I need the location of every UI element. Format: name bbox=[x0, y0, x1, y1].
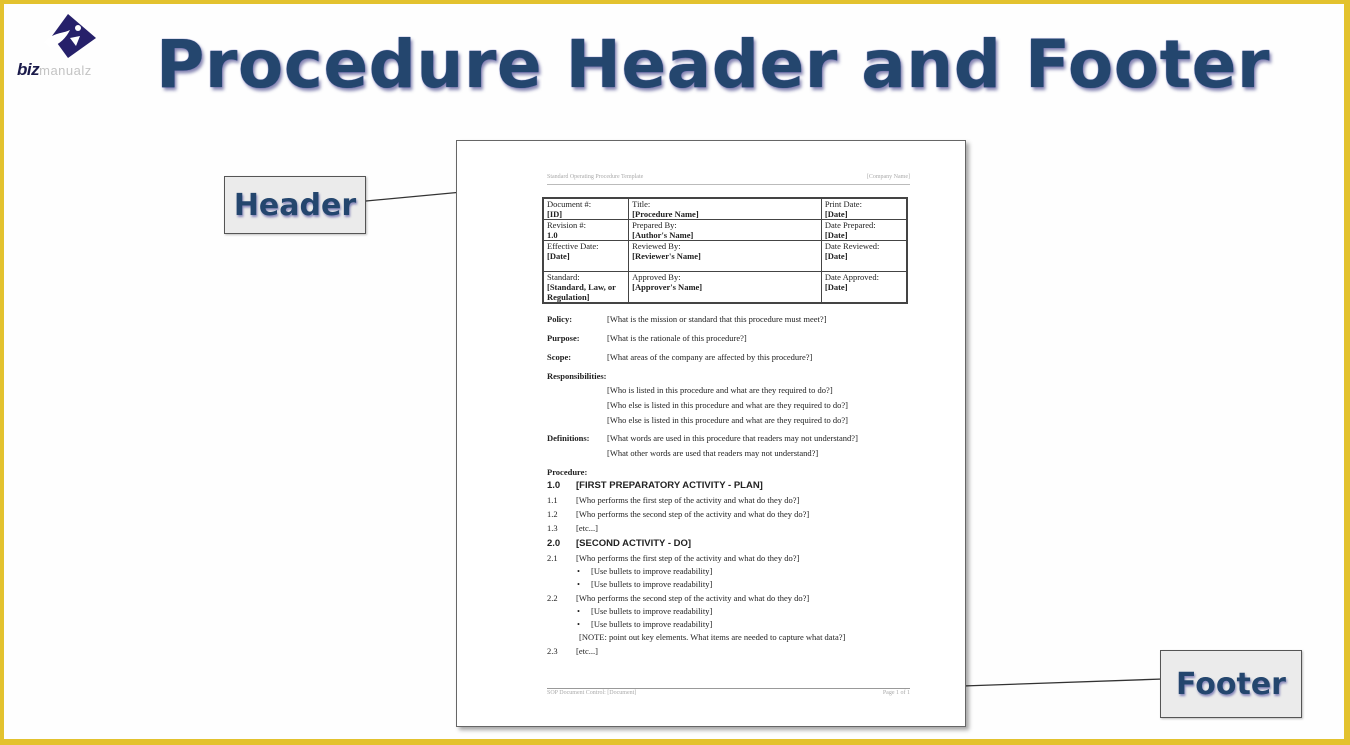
logo: bizmanualz bbox=[12, 10, 122, 80]
procedure-label: Procedure: bbox=[547, 467, 588, 477]
definition-item: [What words are used in this procedure t… bbox=[607, 433, 858, 443]
responsibility-item: [Who else is listed in this procedure an… bbox=[607, 415, 848, 425]
logo-diamond-icon bbox=[44, 14, 96, 58]
page-footer-left: SOP Document Control: [Document] bbox=[547, 690, 637, 696]
logo-wordmark: bizmanualz bbox=[17, 60, 92, 80]
responsibility-item: [Who is listed in this procedure and wha… bbox=[607, 385, 833, 395]
table-cell: Date Approved: [Date] bbox=[820, 271, 908, 304]
table-row: Revision #: 1.0 Prepared By: [Author's Nam… bbox=[542, 219, 908, 241]
slide-title: Procedure Header and Footer bbox=[156, 26, 1270, 103]
table-cell: Standard: [Standard, Law, or Regulation] bbox=[542, 271, 630, 304]
table-cell: Prepared By: [Author's Name] bbox=[628, 219, 822, 241]
page-footer-right: Page 1 of 1 bbox=[882, 690, 910, 696]
responsibility-item: [Who else is listed in this procedure an… bbox=[607, 400, 848, 410]
table-cell: Effective Date: [Date] bbox=[542, 240, 630, 272]
table-cell: Approved By: [Approver's Name] bbox=[628, 271, 822, 304]
table-row: Effective Date: [Date] Reviewed By: [Revie… bbox=[542, 240, 908, 272]
table-row: Standard: [Standard, Law, or Regulation] … bbox=[542, 271, 908, 304]
table-row: Document #: [ID] Title: [Procedure Name] P… bbox=[542, 197, 908, 220]
table-cell: Document #: [ID] bbox=[542, 197, 630, 220]
document-info-table: Document #: [ID] Title: [Procedure Name] P… bbox=[542, 197, 908, 304]
procedure-note: [NOTE: point out key elements. What item… bbox=[579, 632, 846, 642]
table-cell: Date Prepared: [Date] bbox=[820, 219, 908, 241]
definition-item: [What other words are used that readers … bbox=[607, 448, 819, 458]
footer-callout: Footer bbox=[1160, 650, 1302, 718]
page-footer: SOP Document Control: [Document] Page 1 … bbox=[547, 688, 910, 697]
footer-callout-label: Footer bbox=[1176, 666, 1286, 702]
page-header-right: [Company Name] bbox=[866, 174, 910, 180]
table-cell: Revision #: 1.0 bbox=[542, 219, 630, 241]
policy-label: Policy: bbox=[547, 314, 573, 324]
policy-text: [What is the mission or standard that th… bbox=[607, 314, 827, 324]
responsibilities-label: Responsibilities: bbox=[547, 371, 607, 381]
page-header-left: Standard Operating Procedure Template bbox=[547, 174, 644, 180]
table-cell: Title: [Procedure Name] bbox=[628, 197, 822, 220]
logo-brand-rest: manualz bbox=[39, 63, 92, 78]
definitions-label: Definitions: bbox=[547, 433, 590, 443]
scope-label: Scope: bbox=[547, 352, 572, 362]
table-cell: Date Reviewed: [Date] bbox=[820, 240, 908, 272]
page-header: Standard Operating Procedure Template [C… bbox=[547, 174, 910, 185]
purpose-label: Purpose: bbox=[547, 333, 580, 343]
purpose-text: [What is the rationale of this procedure… bbox=[607, 333, 747, 343]
header-callout: Header bbox=[224, 176, 366, 234]
header-callout-label: Header bbox=[233, 187, 357, 223]
table-cell: Reviewed By: [Reviewer's Name] bbox=[628, 240, 822, 272]
scope-text: [What areas of the company are affected … bbox=[607, 352, 813, 362]
document-page: Standard Operating Procedure Template [C… bbox=[456, 140, 966, 727]
logo-brand-bold: biz bbox=[17, 60, 40, 79]
table-cell: Print Date: [Date] bbox=[820, 197, 908, 220]
